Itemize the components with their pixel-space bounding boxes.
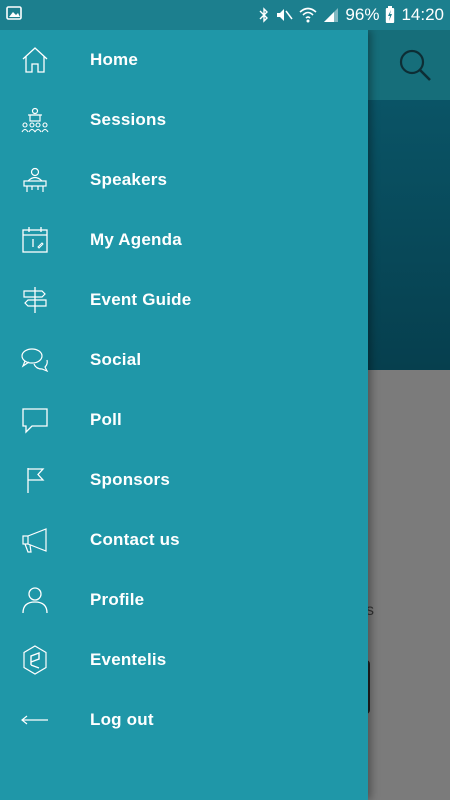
flag-icon — [0, 450, 90, 510]
sessions-icon — [0, 90, 90, 150]
search-icon[interactable] — [398, 48, 432, 82]
arrow-left-icon — [0, 690, 90, 750]
signal-icon — [323, 7, 339, 23]
menu-item-contact-us[interactable]: Contact us — [0, 510, 368, 570]
menu-label-profile: Profile — [90, 590, 145, 609]
menu-item-profile[interactable]: Profile — [0, 570, 368, 630]
calendar-icon — [0, 210, 90, 270]
menu-item-home[interactable]: Home — [0, 30, 368, 90]
menu-item-eventelis[interactable]: Eventelis — [0, 630, 368, 690]
drawer-menu: Home Sessions Speakers My Agenda Event G — [0, 30, 368, 750]
menu-item-event-guide[interactable]: Event Guide — [0, 270, 368, 330]
image-icon — [6, 5, 22, 25]
menu-item-sessions[interactable]: Sessions — [0, 90, 368, 150]
menu-item-sponsors[interactable]: Sponsors — [0, 450, 368, 510]
battery-percent: 96% — [345, 5, 380, 24]
menu-label-event-guide: Event Guide — [90, 290, 192, 309]
eventelis-logo-icon — [0, 630, 90, 690]
menu-label-eventelis: Eventelis — [90, 650, 167, 669]
menu-label-speakers: Speakers — [90, 170, 168, 189]
menu-label-sessions: Sessions — [90, 110, 167, 129]
menu-item-social[interactable]: Social — [0, 330, 368, 390]
battery-charging-icon — [385, 6, 395, 24]
menu-label-social: Social — [90, 350, 142, 369]
speaker-icon — [0, 150, 90, 210]
menu-item-log-out[interactable]: Log out — [0, 690, 368, 750]
bluetooth-icon — [259, 7, 269, 23]
status-bar: 96% 14:20 — [0, 0, 450, 30]
menu-label-log-out: Log out — [90, 710, 154, 729]
speech-bubble-icon — [0, 390, 90, 450]
mute-icon — [275, 7, 294, 23]
signpost-icon — [0, 270, 90, 330]
menu-label-contact-us: Contact us — [90, 530, 180, 549]
navigation-drawer: Home Sessions Speakers My Agenda Event G — [0, 30, 368, 800]
menu-item-poll[interactable]: Poll — [0, 390, 368, 450]
clock: 14:20 — [401, 5, 444, 24]
menu-label-sponsors: Sponsors — [90, 470, 171, 489]
home-icon — [0, 30, 90, 90]
megaphone-icon — [0, 510, 90, 570]
menu-label-my-agenda: My Agenda — [90, 230, 182, 249]
wifi-icon — [299, 7, 317, 23]
menu-item-my-agenda[interactable]: My Agenda — [0, 210, 368, 270]
menu-item-speakers[interactable]: Speakers — [0, 150, 368, 210]
menu-label-poll: Poll — [90, 410, 122, 429]
menu-label-home: Home — [90, 50, 139, 69]
chat-bubbles-icon — [0, 330, 90, 390]
user-icon — [0, 570, 90, 630]
